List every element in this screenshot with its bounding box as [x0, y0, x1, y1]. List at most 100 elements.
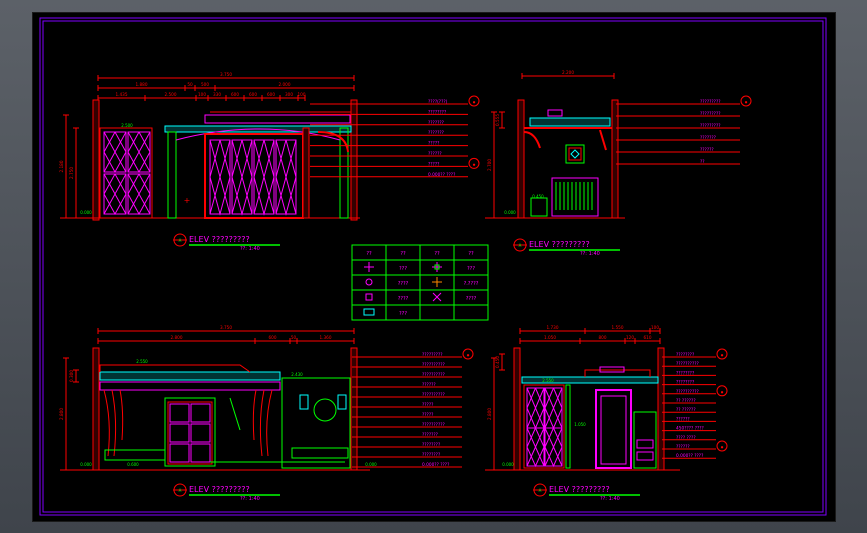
dimension-label: 300	[285, 92, 293, 97]
pilaster	[167, 131, 177, 219]
headboard	[551, 177, 599, 217]
panel-diagonal	[544, 406, 563, 429]
note-text: ??????????	[676, 361, 699, 367]
note-text: ???????	[422, 432, 438, 438]
legend-header: ??	[468, 251, 474, 257]
note-text: ?????????	[700, 99, 721, 105]
panel-diagonal	[103, 173, 127, 196]
note-text: ?????	[428, 161, 439, 167]
note-text: ????????	[676, 380, 694, 386]
note-text: 0.000?? ????	[676, 453, 703, 459]
curtain-tie	[229, 397, 241, 431]
ceiling-cornice	[529, 117, 611, 127]
window-pane	[190, 403, 211, 423]
note-text: ??????	[428, 151, 442, 157]
wall-left	[92, 347, 100, 471]
level-label: 0.000	[504, 210, 516, 215]
section-marker-letter: A	[539, 488, 542, 493]
dimension-label: 600	[231, 92, 239, 97]
level-label: 1.050	[574, 422, 586, 427]
wall-right	[350, 347, 358, 471]
note-text: ??????????	[422, 372, 445, 378]
note-bubble-dot: ●	[721, 390, 724, 394]
note-text: 0.000?? ????	[422, 462, 449, 468]
dimension-label: 120	[626, 335, 634, 340]
dimension-label: 2.200	[562, 70, 574, 75]
level-label: 0.600	[127, 462, 139, 467]
level-label: 0.000	[365, 462, 377, 467]
note-text: ?????	[428, 141, 439, 147]
wall-right	[350, 99, 358, 221]
dimension-label: 1.550	[612, 325, 624, 330]
circle-icon	[365, 278, 373, 286]
dimension-label: 1.360	[320, 335, 332, 340]
dimension-label: 1.730	[547, 325, 559, 330]
panel-diagonal	[544, 387, 563, 410]
note-text: ??????	[676, 444, 690, 450]
note-text: ????(???)	[428, 99, 448, 105]
corner-arc	[523, 131, 541, 149]
note-text: ??????????	[676, 389, 699, 395]
crown-moulding	[204, 114, 351, 124]
dimension-label: 2.800	[59, 408, 64, 420]
note-text: ??	[700, 159, 705, 165]
dimension-label: 2.800	[487, 408, 492, 420]
cad-viewport[interactable]: 3.750 1.880 50 500 2.000 1.435 2.500 100 330 600 6…	[0, 0, 867, 533]
note-text: ??????	[422, 382, 436, 388]
note-text: ?????	[422, 402, 433, 408]
dimension-label: 330	[213, 92, 221, 97]
drawer	[636, 451, 654, 461]
dimension-label: 100	[198, 92, 206, 97]
note-text: ??????	[700, 147, 714, 153]
note-text: ????????	[676, 352, 694, 358]
dimension-label: 600	[267, 92, 275, 97]
note-text: ?? ??????	[676, 398, 696, 404]
round-mirror	[313, 398, 337, 422]
dimension-label: 2.500	[165, 92, 177, 97]
dimension-label: 1.880	[136, 82, 148, 87]
note-text: ??????????	[422, 392, 445, 398]
note-text: ?? ??????	[676, 407, 696, 413]
panel-diagonal	[544, 445, 563, 467]
panel-diagonal	[209, 175, 231, 215]
wall-lamp	[337, 394, 347, 410]
panel-diagonal	[127, 150, 151, 173]
level-label: 0.000	[502, 462, 514, 467]
window-sash	[167, 401, 213, 465]
legend-header: ??	[366, 251, 372, 257]
note-text: 0.000?? ????	[428, 172, 455, 178]
wardrobe-side	[302, 127, 310, 219]
note-text: ??????????	[422, 362, 445, 368]
pendant-light	[547, 109, 563, 117]
vanity-top	[291, 447, 349, 459]
note-text: ?????????	[422, 352, 443, 358]
pilaster	[565, 384, 571, 469]
dimension-label: 0.450	[495, 356, 500, 368]
note-text: ???????	[428, 130, 444, 136]
panel-diagonal	[103, 150, 127, 173]
window-pane	[169, 403, 190, 423]
elevation-scale: ??: 1:40	[240, 496, 260, 502]
panel-diagonal	[231, 139, 253, 179]
legend-label: ????	[466, 296, 477, 302]
panel-diagonal	[253, 175, 275, 215]
legend-label: ???	[399, 311, 407, 317]
dimension-label: 3.750	[220, 325, 232, 330]
nightstand	[530, 197, 548, 217]
level-label: 2.500	[121, 123, 133, 128]
section-marker-letter: A	[179, 488, 182, 493]
panel-diagonal	[544, 427, 563, 449]
elevation-title: ELEV ?????????	[189, 235, 250, 244]
note-text: ?????	[422, 412, 433, 418]
level-label: 0.000	[80, 462, 92, 467]
dimension-label: 100	[651, 325, 659, 330]
wall-left	[92, 99, 100, 221]
note-bubble-dot: ●	[721, 445, 724, 449]
elevation-title: ELEV ?????????	[549, 485, 610, 494]
dimension-label: 2.800	[171, 335, 183, 340]
note-bubble-dot: ●	[745, 100, 748, 104]
legend-label: ???	[467, 266, 475, 272]
wall-left	[513, 347, 521, 471]
dimension-label: 100	[298, 92, 306, 97]
legend-label: ?.????	[464, 281, 479, 287]
